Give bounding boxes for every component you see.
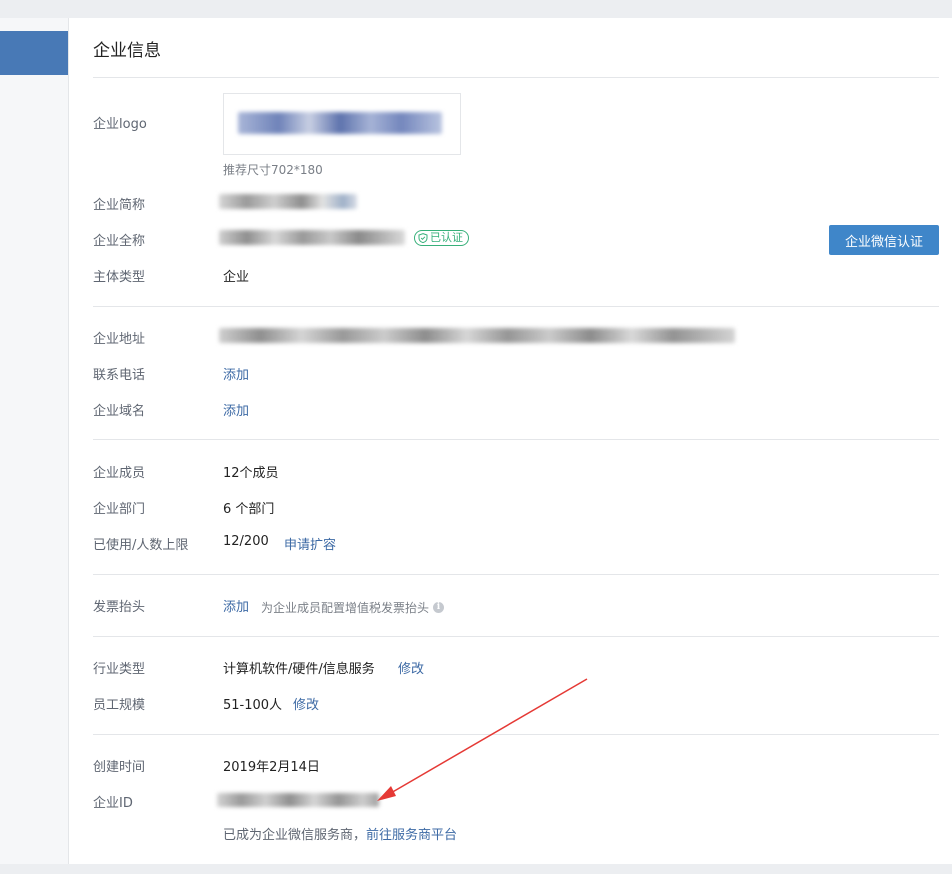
full-name-value [219,230,405,245]
domain-value: 添加 [223,400,249,419]
phone-label: 联系电话 [93,368,146,383]
service-provider-note: 已成为企业微信服务商，前往服务商平台 [223,824,457,843]
scale-value: 51-100人 [223,698,283,713]
service-provider-text: 已成为企业微信服务商， [223,828,367,843]
info-icon[interactable]: i [433,602,445,613]
corp-id-label: 企业ID [93,796,133,811]
departments-value: 6 个部门 [223,502,275,517]
corp-id-value [217,793,379,807]
invoice-note: 为企业成员配置增值税发票抬头 i [261,599,445,616]
scale-label: 员工规模 [93,698,146,713]
logo-size-hint: 推荐尺寸702*180 [223,163,323,177]
short-name-value [219,194,357,209]
page-title: 企业信息 [93,41,161,61]
invoice-note-text: 为企业成员配置增值税发票抬头 [261,601,430,615]
industry-value: 计算机软件/硬件/信息服务 [223,662,375,677]
divider [93,734,939,735]
enterprise-info-panel: 企业信息 企业logo 推荐尺寸702*180 企业简称 企业全称 已认证 企业… [69,18,952,864]
phone-value: 添加 [223,364,249,383]
divider [93,636,939,637]
verified-text: 已认证 [430,231,463,244]
divider [93,77,939,78]
members-label: 企业成员 [93,466,146,481]
add-domain-link[interactable]: 添加 [223,404,249,419]
verified-badge: 已认证 [414,230,469,246]
add-invoice-link[interactable]: 添加 [223,596,249,615]
invoice-label: 发票抬头 [93,600,146,615]
wechat-verify-button[interactable]: 企业微信认证 [829,225,939,255]
created-label: 创建时间 [93,760,146,775]
entity-type-label: 主体类型 [93,270,146,285]
add-phone-link[interactable]: 添加 [223,368,249,383]
departments-label: 企业部门 [93,502,146,517]
short-name-label: 企业简称 [93,198,146,213]
capacity-label: 已使用/人数上限 [93,538,189,553]
address-label: 企业地址 [93,332,146,347]
edit-industry-link[interactable]: 修改 [398,658,424,677]
divider [93,439,939,440]
service-platform-link[interactable]: 前往服务商平台 [366,828,457,843]
members-value: 12个成员 [223,466,279,481]
industry-label: 行业类型 [93,662,146,677]
logo-image [238,112,442,134]
full-name-label: 企业全称 [93,234,146,249]
shield-check-icon [418,233,428,243]
sidebar [0,18,69,864]
apply-expand-link[interactable]: 申请扩容 [284,534,336,553]
edit-scale-link[interactable]: 修改 [293,694,319,713]
divider [93,306,939,307]
sidebar-item-active[interactable] [0,31,68,75]
entity-type-value: 企业 [223,270,250,285]
address-value [219,328,735,343]
domain-label: 企业域名 [93,404,146,419]
divider [93,574,939,575]
created-value: 2019年2月14日 [223,760,320,775]
capacity-value: 12/200 [223,534,269,549]
logo-label: 企业logo [93,117,147,132]
logo-upload[interactable] [223,93,461,155]
